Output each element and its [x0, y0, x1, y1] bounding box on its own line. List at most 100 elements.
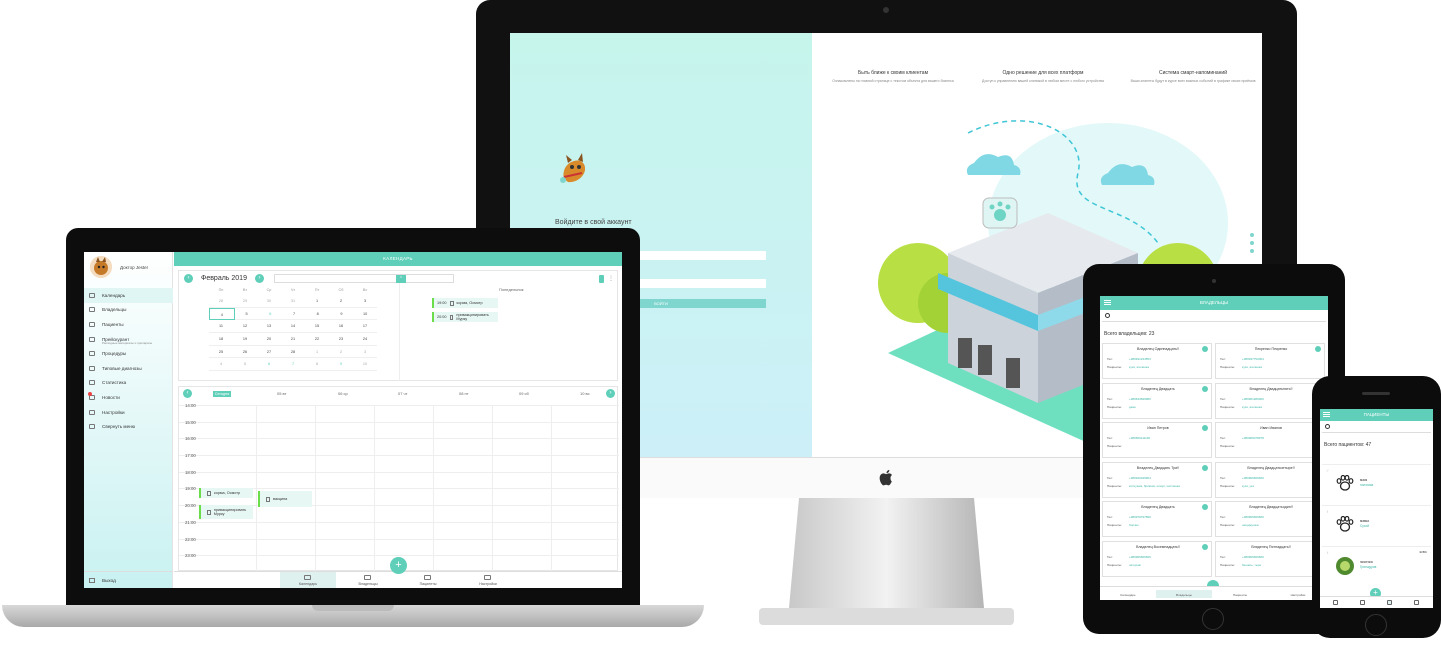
calendar-day[interactable]: 4 [209, 307, 235, 321]
carousel-dot[interactable] [1250, 241, 1254, 245]
more-icon[interactable]: ⋮ [608, 275, 614, 282]
calendar-day[interactable]: 1 [305, 346, 329, 359]
calendar-icon[interactable] [1333, 600, 1338, 605]
owner-card[interactable]: Владелец Двадцать Тел: +380633699980 Пациен… [1102, 382, 1212, 419]
settings-icon[interactable] [1414, 600, 1419, 605]
calendar-day[interactable]: 4 [209, 358, 233, 372]
today-button[interactable]: Сегодня [213, 391, 231, 397]
calendar-day[interactable]: 10 [353, 358, 377, 372]
next-month-button[interactable]: › [254, 274, 264, 283]
tab-calendar[interactable]: Календарь [1100, 593, 1156, 597]
time-row[interactable]: 15:00 [179, 420, 619, 439]
add-button[interactable]: + [390, 557, 407, 574]
tab-owners[interactable]: Владельцы [1156, 590, 1212, 598]
tab-patients[interactable]: Пациенты [400, 572, 456, 588]
calendar-day[interactable]: 3 [353, 295, 377, 308]
add-patient-icon[interactable] [1202, 385, 1208, 392]
calendar-day[interactable]: 12 [233, 320, 257, 334]
time-row[interactable]: 18:00 [179, 470, 619, 489]
calendar-day[interactable]: 7 [281, 358, 305, 372]
calendar-day[interactable]: 6 [258, 308, 283, 321]
calendar-day[interactable]: 5 [234, 308, 259, 321]
sidebar-item-settings[interactable]: Настройки [84, 405, 173, 420]
calendar-day[interactable]: 10 [353, 308, 378, 321]
time-row[interactable]: 16:00 [179, 436, 619, 455]
day-appointment[interactable]: 20:00 привакцинировать Мурку [432, 312, 498, 322]
sidebar-item-statistics[interactable]: Статистика [84, 376, 173, 391]
sidebar-item-collapse[interactable]: Свернуть меню [84, 419, 173, 434]
calendar-day[interactable]: 6 [257, 358, 281, 372]
calendar-day[interactable]: 3 [353, 346, 377, 359]
calendar-day[interactable]: 7 [282, 308, 306, 321]
add-patient-icon[interactable] [1202, 543, 1208, 550]
menu-icon[interactable] [1104, 300, 1111, 301]
carousel-dot[interactable] [1250, 249, 1254, 253]
calendar-day[interactable]: 18 [209, 333, 233, 346]
calendar-day[interactable]: 2 [329, 295, 353, 308]
patient-item[interactable]: ♀ Ж/ВС экзотика Гринщуров [1322, 546, 1431, 580]
search-input[interactable] [1322, 423, 1431, 433]
owner-card[interactable]: Владелец Двадцатьчетыре!! Тел: +3809666666… [1215, 461, 1325, 498]
home-button[interactable] [1202, 608, 1224, 630]
calendar-day[interactable]: 8 [305, 358, 329, 372]
carousel-dots[interactable] [1250, 233, 1254, 257]
carousel-dot[interactable] [1250, 233, 1254, 237]
calendar-day[interactable]: 8 [305, 308, 330, 321]
calendar-day[interactable]: 19 [233, 333, 257, 346]
calendar-day[interactable]: 9 [329, 308, 354, 321]
owner-card[interactable]: Владелец Пятнадцать!! Тел: +380966666666 Па… [1215, 540, 1325, 577]
add-patient-icon[interactable] [1202, 464, 1208, 471]
sidebar-item-pricelist[interactable]: Прейскурант Расходные материалы и препара… [84, 332, 173, 347]
calendar-day[interactable]: 28 [209, 295, 233, 308]
add-patient-icon[interactable] [1202, 425, 1208, 431]
tab-patients[interactable]: Пациенты [1212, 593, 1268, 597]
month-select[interactable] [274, 274, 454, 283]
battery-icon[interactable] [599, 275, 604, 283]
sidebar-item-news[interactable]: Новости [84, 390, 173, 405]
calendar-day[interactable]: 13 [257, 320, 281, 334]
calendar-day[interactable]: 5 [233, 358, 257, 372]
patient-item[interactable]: ♀ мавка Сухой [1322, 505, 1431, 539]
calendar-day[interactable]: 25 [209, 346, 233, 359]
time-row[interactable]: 22:00 [179, 537, 619, 556]
time-row[interactable]: 21:00 [179, 520, 619, 539]
owner-card[interactable]: Владелец Двадцать Три!! Тел: +380940049904… [1102, 461, 1212, 498]
add-patient-icon[interactable] [1315, 346, 1321, 352]
calendar-day[interactable]: 14 [281, 320, 305, 334]
sidebar-item-owners[interactable]: Владельцы [84, 303, 173, 318]
calendar-day[interactable]: 2 [329, 346, 353, 359]
owner-card[interactable]: Иван Петров Тел: +380669111130 Пациенты: [1102, 422, 1212, 458]
sidebar-item-diagnoses[interactable]: Типовые диагнозы [84, 361, 173, 376]
calendar-day[interactable]: 15 [305, 320, 329, 334]
sidebar-item-calendar[interactable]: Календарь [84, 288, 173, 303]
calendar-day[interactable]: 1 [305, 295, 329, 308]
week-event[interactable]: корма, Осмотр [199, 488, 253, 498]
prev-week-button[interactable]: ‹ [183, 389, 192, 398]
time-row[interactable]: 17:00 [179, 453, 619, 472]
prev-month-button[interactable]: ‹ [184, 274, 193, 283]
collapse-toggle-icon[interactable]: ⌃ [396, 275, 406, 283]
calendar-day[interactable]: 22 [305, 333, 329, 346]
owner-card[interactable]: Иван Иванов Тел: +380966078978 Пациенты: [1215, 422, 1325, 458]
owner-card[interactable]: Владелец Восемнадцать!! Тел: +380966666666… [1102, 540, 1212, 577]
owner-card[interactable]: Владелец Двадцать Тел: +380979797896 Пациен… [1102, 501, 1212, 537]
add-patient-icon[interactable] [1202, 504, 1208, 510]
calendar-day[interactable]: 31 [281, 295, 305, 308]
week-event[interactable]: привакцинировать Мурку [199, 505, 253, 519]
calendar-day[interactable]: 21 [281, 333, 305, 346]
owner-card[interactable]: Владелец Одиннадцать!! Тел: +380931234553 П… [1102, 343, 1212, 379]
paw-icon[interactable] [1387, 600, 1392, 605]
home-button[interactable] [1365, 614, 1387, 636]
next-week-button[interactable]: › [606, 389, 615, 398]
calendar-day[interactable]: 24 [353, 333, 377, 346]
calendar-day[interactable]: 26 [233, 346, 257, 359]
sidebar-item-patients[interactable]: Пациенты [84, 317, 173, 332]
calendar-day[interactable]: 20 [257, 333, 281, 346]
owner-card[interactable]: Владелец Двадцатьпять!! Тел: +380961280000… [1215, 382, 1325, 419]
search-input[interactable] [1102, 312, 1326, 322]
menu-icon[interactable] [1323, 412, 1330, 413]
owner-card[interactable]: Пекренко Пекренко Тел: +380937752004 Пациен… [1215, 343, 1325, 379]
time-row[interactable]: 14:00 [179, 403, 619, 422]
day-appointment[interactable]: 19:00 корма, Осмотр [432, 298, 498, 308]
calendar-day[interactable]: 28 [281, 346, 305, 359]
